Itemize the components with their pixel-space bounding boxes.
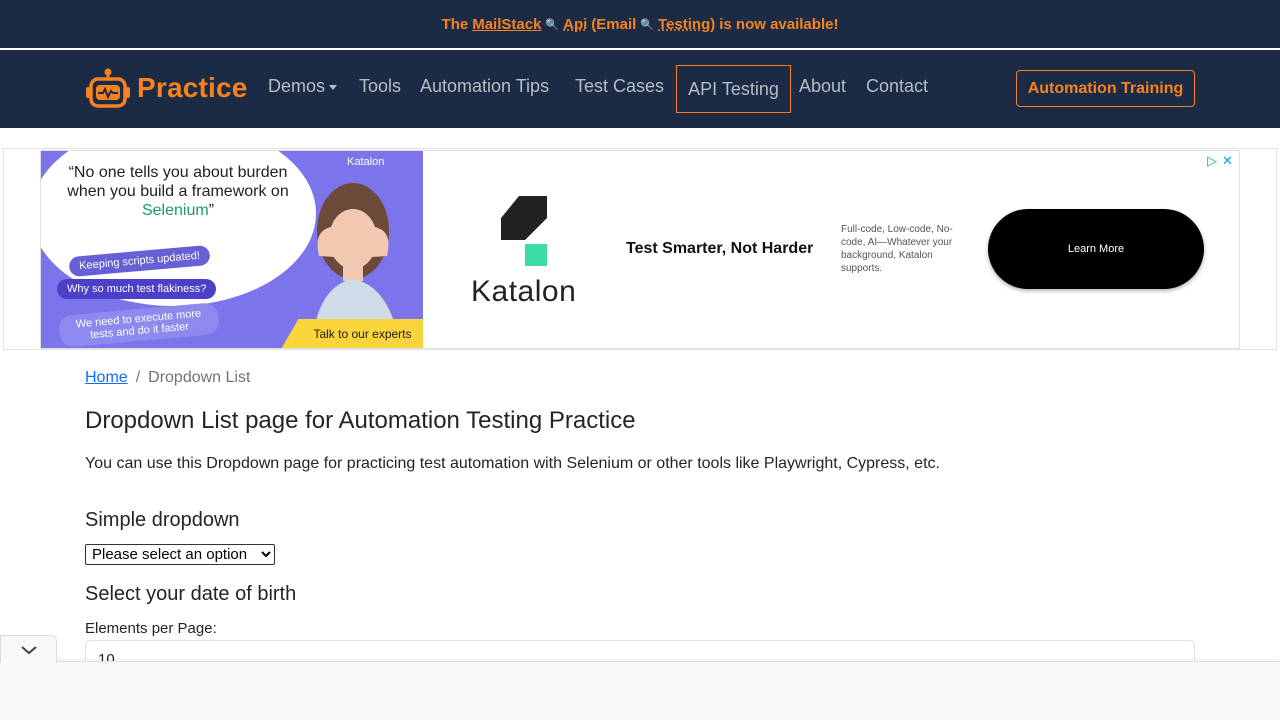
intro-text: You can use this Dropdown page for pract…: [85, 455, 940, 472]
dob-heading: Select your date of birth: [85, 583, 297, 605]
nav-contact[interactable]: Contact: [866, 76, 928, 97]
ad-subtext: Full-code, Low-code, No-code, AI—Whateve…: [841, 224, 953, 274]
ad-choices-icon[interactable]: ▷: [1207, 153, 1217, 169]
brand-name: Practice: [137, 72, 248, 103]
bottom-ad-bar: [0, 661, 1280, 720]
ad-brand-word: Katalon: [471, 275, 577, 308]
elements-per-page-label: Elements per Page:: [85, 620, 217, 637]
api-link[interactable]: Api: [563, 16, 587, 33]
nav-demos-label: Demos: [268, 76, 326, 96]
katalon-logo-icon: [501, 196, 547, 266]
ad-headline: Test Smarter, Not Harder: [626, 240, 814, 257]
nav-api-testing[interactable]: API Testing: [676, 65, 791, 113]
magnifier-icon: 🔍: [640, 18, 655, 31]
nav-about[interactable]: About: [799, 76, 846, 97]
nav-demos[interactable]: Demos: [268, 76, 338, 97]
announcement-middle: (Email: [591, 15, 637, 33]
breadcrumb: Home / Dropdown List: [85, 369, 250, 387]
close-icon[interactable]: ✕: [1222, 153, 1233, 169]
ad-banner[interactable]: “No one tells you about burden when you …: [40, 150, 1240, 349]
breadcrumb-home[interactable]: Home: [85, 369, 128, 387]
announcement-suffix: is now available!: [719, 15, 839, 33]
ad-quote-text: “No one tells you about burden when you …: [67, 164, 289, 200]
learn-more-button[interactable]: Learn More: [988, 209, 1204, 289]
ad-choices[interactable]: ▷ ✕: [1207, 153, 1233, 169]
ad-pill: We need to execute more tests and do it …: [57, 302, 221, 348]
automation-training-button[interactable]: Automation Training: [1016, 70, 1195, 107]
chevron-down-icon: [20, 645, 37, 654]
brand-link[interactable]: Practice: [85, 67, 248, 109]
caret-down-icon: [329, 84, 338, 90]
nav-test-cases[interactable]: Test Cases: [575, 76, 664, 97]
ad-pill: Why so much test flakiness?: [57, 279, 217, 299]
nav-tools[interactable]: Tools: [359, 76, 401, 97]
ad-quote-highlight: Selenium: [141, 202, 209, 219]
page-title: Dropdown List page for Automation Testin…: [85, 407, 636, 434]
ad-cloud-dot: [221, 233, 235, 247]
breadcrumb-current: Dropdown List: [148, 369, 251, 386]
simple-dropdown-heading: Simple dropdown: [85, 509, 240, 531]
announcement-prefix: The: [441, 15, 469, 33]
ad-quote-end: ”: [208, 202, 215, 219]
navbar: Practice Demos Tools Automation Tips Tes…: [0, 50, 1280, 128]
ad-image: “No one tells you about burden when you …: [41, 151, 423, 348]
mailstack-link[interactable]: MailStack: [472, 16, 541, 33]
testing-link[interactable]: Testing): [658, 16, 715, 33]
robot-logo-icon: [86, 68, 130, 108]
announcement-bar: The MailStack 🔍 Api (Email 🔍 Testing) is…: [0, 0, 1280, 48]
simple-dropdown[interactable]: Please select an option: [85, 544, 275, 565]
breadcrumb-separator: /: [135, 369, 141, 386]
ad-quote: “No one tells you about burden when you …: [63, 163, 293, 220]
collapse-ad-button[interactable]: [0, 635, 57, 663]
ad-cloud-dot: [248, 241, 256, 249]
ad-talk-to-experts: Talk to our experts: [281, 319, 423, 348]
magnifier-icon: 🔍: [545, 18, 560, 31]
nav-automation-tips[interactable]: Automation Tips: [420, 76, 549, 97]
